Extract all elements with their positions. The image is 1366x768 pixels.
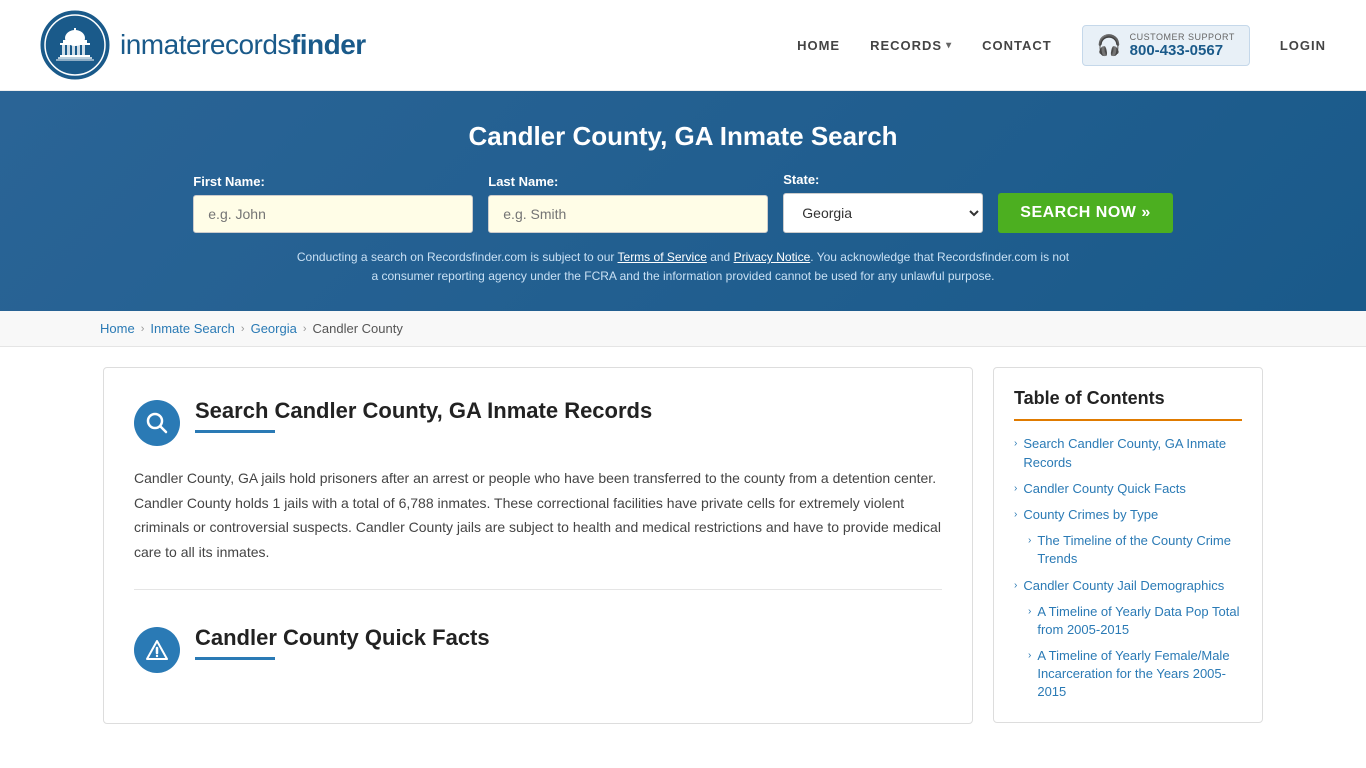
breadcrumb-inmate-search[interactable]: Inmate Search bbox=[150, 321, 235, 336]
records-chevron-icon: ▾ bbox=[946, 40, 952, 51]
tos-link[interactable]: Terms of Service bbox=[618, 250, 707, 264]
section1-title-block: Search Candler County, GA Inmate Records bbox=[195, 398, 652, 433]
last-name-input[interactable] bbox=[488, 195, 768, 233]
state-select[interactable]: Georgia Alabama Alaska Arizona Florida N… bbox=[783, 193, 983, 233]
logo-area: inmaterecordsfinder bbox=[40, 10, 366, 80]
sidebar: Table of Contents › Search Candler Count… bbox=[993, 367, 1263, 722]
section1-underline bbox=[195, 430, 275, 433]
toc-link-5[interactable]: A Timeline of Yearly Data Pop Total from… bbox=[1037, 603, 1242, 639]
section2-underline bbox=[195, 657, 275, 660]
toc-chevron-icon-4: › bbox=[1014, 580, 1017, 591]
search-section-icon bbox=[134, 400, 180, 446]
headset-icon: 🎧 bbox=[1097, 33, 1122, 58]
search-banner: Candler County, GA Inmate Search First N… bbox=[0, 91, 1366, 311]
toc-item-5: › A Timeline of Yearly Data Pop Total fr… bbox=[1028, 603, 1242, 639]
toc-chevron-icon-2: › bbox=[1014, 509, 1017, 520]
toc-item-0: › Search Candler County, GA Inmate Recor… bbox=[1014, 435, 1242, 471]
section2-header: Candler County Quick Facts bbox=[134, 625, 942, 673]
toc-title: Table of Contents bbox=[1014, 388, 1242, 409]
state-group: State: Georgia Alabama Alaska Arizona Fl… bbox=[783, 172, 983, 233]
site-header: inmaterecordsfinder HOME RECORDS ▾ CONTA… bbox=[0, 0, 1366, 91]
toc-link-4[interactable]: Candler County Jail Demographics bbox=[1023, 577, 1224, 595]
toc-chevron-icon-0: › bbox=[1014, 438, 1017, 449]
disclaimer-text: Conducting a search on Recordsfinder.com… bbox=[293, 248, 1073, 286]
breadcrumb-current: Candler County bbox=[313, 321, 403, 336]
first-name-label: First Name: bbox=[193, 174, 473, 189]
toc-link-3[interactable]: The Timeline of the County Crime Trends bbox=[1037, 532, 1242, 568]
section2: Candler County Quick Facts bbox=[134, 615, 942, 673]
toc-chevron-icon-1: › bbox=[1014, 483, 1017, 494]
toc-link-6[interactable]: A Timeline of Yearly Female/Male Incarce… bbox=[1037, 647, 1242, 702]
breadcrumb-home[interactable]: Home bbox=[100, 321, 135, 336]
nav-login[interactable]: LOGIN bbox=[1280, 38, 1326, 53]
section-divider bbox=[134, 589, 942, 590]
toc-underline bbox=[1014, 419, 1242, 421]
breadcrumb-sep-1: › bbox=[141, 323, 145, 335]
warning-icon bbox=[146, 639, 168, 661]
toc-link-1[interactable]: Candler County Quick Facts bbox=[1023, 480, 1186, 498]
toc-chevron-icon-6: › bbox=[1028, 650, 1031, 661]
first-name-group: First Name: bbox=[193, 174, 473, 233]
support-text: CUSTOMER SUPPORT 800-433-0567 bbox=[1130, 32, 1235, 59]
banner-title: Candler County, GA Inmate Search bbox=[40, 121, 1326, 152]
nav-home[interactable]: HOME bbox=[797, 38, 840, 53]
info-section-icon bbox=[134, 627, 180, 673]
main-content: Search Candler County, GA Inmate Records… bbox=[83, 367, 1283, 724]
privacy-link[interactable]: Privacy Notice bbox=[734, 250, 811, 264]
toc-item-3: › The Timeline of the County Crime Trend… bbox=[1028, 532, 1242, 568]
toc-item-6: › A Timeline of Yearly Female/Male Incar… bbox=[1028, 647, 1242, 702]
nav-records[interactable]: RECORDS ▾ bbox=[870, 38, 952, 53]
toc-list: › Search Candler County, GA Inmate Recor… bbox=[1014, 435, 1242, 701]
section2-title-block: Candler County Quick Facts bbox=[195, 625, 490, 660]
toc-link-2[interactable]: County Crimes by Type bbox=[1023, 506, 1158, 524]
logo-text: inmaterecordsfinder bbox=[120, 29, 366, 61]
main-nav: HOME RECORDS ▾ CONTACT 🎧 CUSTOMER SUPPOR… bbox=[797, 25, 1326, 66]
breadcrumb-georgia[interactable]: Georgia bbox=[251, 321, 297, 336]
breadcrumb-sep-2: › bbox=[241, 323, 245, 335]
last-name-label: Last Name: bbox=[488, 174, 768, 189]
search-icon bbox=[146, 412, 168, 434]
toc-item-1: › Candler County Quick Facts bbox=[1014, 480, 1242, 498]
customer-support-box: 🎧 CUSTOMER SUPPORT 800-433-0567 bbox=[1082, 25, 1250, 66]
toc-chevron-icon-5: › bbox=[1028, 606, 1031, 617]
section2-title: Candler County Quick Facts bbox=[195, 625, 490, 651]
breadcrumb: Home › Inmate Search › Georgia › Candler… bbox=[0, 311, 1366, 347]
first-name-input[interactable] bbox=[193, 195, 473, 233]
search-now-button[interactable]: SEARCH NOW » bbox=[998, 193, 1172, 233]
search-form: First Name: Last Name: State: Georgia Al… bbox=[40, 172, 1326, 233]
toc-link-0[interactable]: Search Candler County, GA Inmate Records bbox=[1023, 435, 1242, 471]
toc-chevron-icon-3: › bbox=[1028, 535, 1031, 546]
toc-item-2: › County Crimes by Type bbox=[1014, 506, 1242, 524]
section1-body: Candler County, GA jails hold prisoners … bbox=[134, 466, 942, 564]
last-name-group: Last Name: bbox=[488, 174, 768, 233]
section1-header: Search Candler County, GA Inmate Records bbox=[134, 398, 942, 446]
breadcrumb-sep-3: › bbox=[303, 323, 307, 335]
state-label: State: bbox=[783, 172, 983, 187]
logo-icon bbox=[40, 10, 110, 80]
toc-item-4: › Candler County Jail Demographics bbox=[1014, 577, 1242, 595]
nav-contact[interactable]: CONTACT bbox=[982, 38, 1052, 53]
content-area: Search Candler County, GA Inmate Records… bbox=[103, 367, 973, 724]
section1-title: Search Candler County, GA Inmate Records bbox=[195, 398, 652, 424]
